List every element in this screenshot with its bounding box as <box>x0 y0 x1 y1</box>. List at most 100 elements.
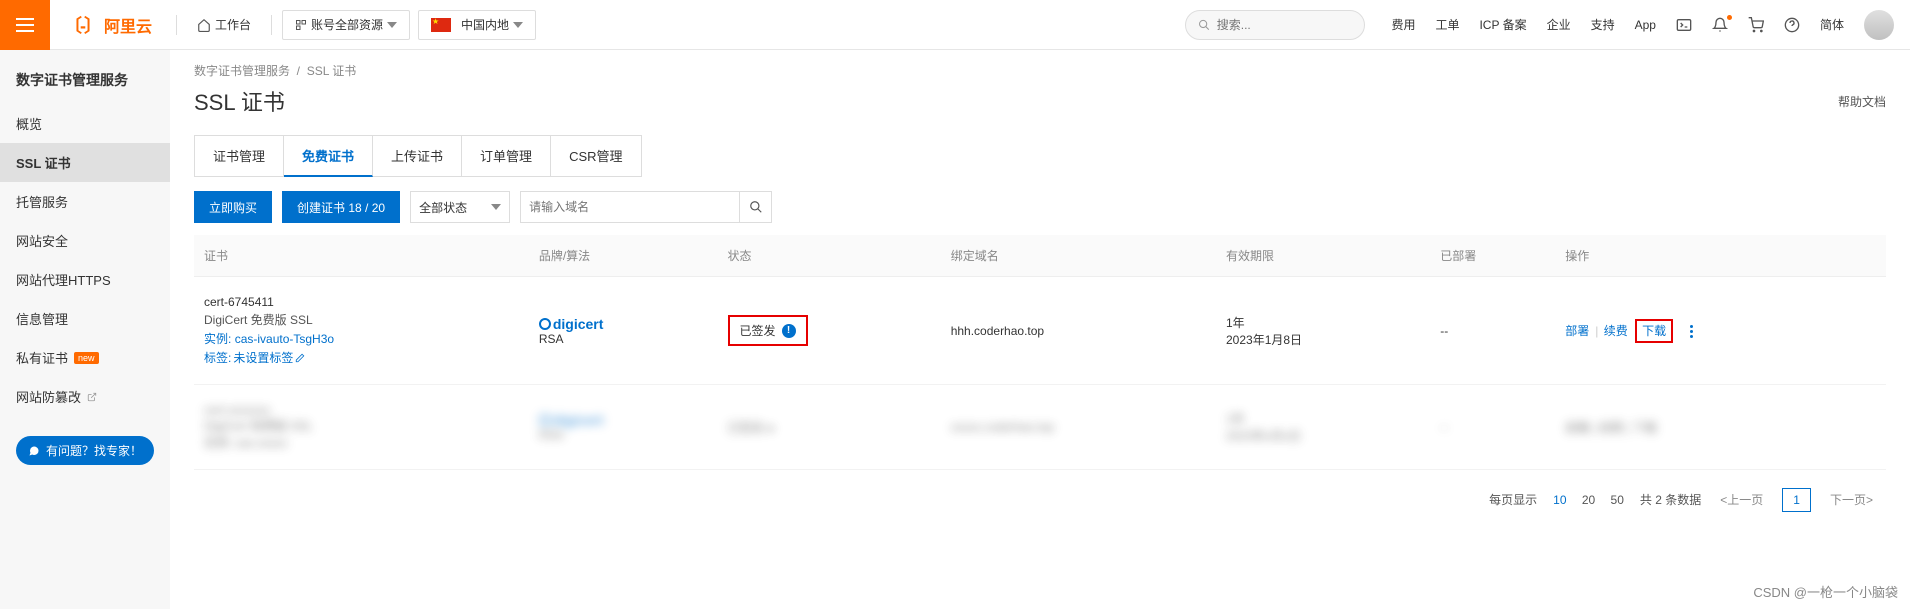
sidebar-item-tamper[interactable]: 网站防篡改 <box>0 377 170 416</box>
pagination: 每页显示 10 20 50 共 2 条数据 <上一页 1 下一页> <box>194 470 1886 529</box>
sidebar-item-label: 托管服务 <box>16 192 68 211</box>
global-search[interactable] <box>1185 10 1365 40</box>
col-status: 状态 <box>718 235 941 277</box>
sidebar-item-private-cert[interactable]: 私有证书 new <box>0 338 170 377</box>
top-bar: 〔-〕 阿里云 工作台 账号全部资源 中国内地 费用 工单 ICP 备案 企业 … <box>0 0 1910 50</box>
cert-tags-link[interactable]: 标签: 未设置标签 <box>204 349 519 366</box>
op-renew-link[interactable]: 续费 <box>1604 324 1628 338</box>
sidebar-item-proxy-https[interactable]: 网站代理HTTPS <box>0 260 170 299</box>
table-row: cert-6745411 DigiCert 免费版 SSL 实例: cas-iv… <box>194 277 1886 385</box>
sidebar-item-ssl[interactable]: SSL 证书 <box>0 143 170 182</box>
resource-icon <box>295 19 307 31</box>
menu-toggle-button[interactable] <box>0 0 50 50</box>
nav-orders[interactable]: 工单 <box>1435 16 1459 33</box>
brand-logo: digicert <box>539 316 708 332</box>
page-size-20[interactable]: 20 <box>1582 493 1595 507</box>
sidebar-item-hosting[interactable]: 托管服务 <box>0 182 170 221</box>
col-ops: 操作 <box>1555 235 1886 277</box>
page-title: SSL 证书 <box>194 85 285 117</box>
next-page-button[interactable]: 下一页> <box>1821 486 1882 513</box>
status-filter-select[interactable]: 全部状态 <box>410 191 510 223</box>
cert-algo: RSA <box>539 332 708 346</box>
workspace-label: 工作台 <box>215 16 251 33</box>
divider <box>176 15 177 35</box>
sidebar-item-label: 网站防篡改 <box>16 387 81 406</box>
account-scope-dropdown[interactable]: 账号全部资源 <box>282 10 410 40</box>
nav-icp[interactable]: ICP 备案 <box>1479 16 1526 33</box>
sidebar-item-info[interactable]: 信息管理 <box>0 299 170 338</box>
prev-page-button[interactable]: <上一页 <box>1711 486 1772 513</box>
more-actions-icon[interactable] <box>1690 325 1693 338</box>
status-badge: 已签发 ! <box>728 315 808 346</box>
status-filter-label: 全部状态 <box>419 199 467 216</box>
nav-enterprise[interactable]: 企业 <box>1547 16 1571 33</box>
page-size-10[interactable]: 10 <box>1553 493 1566 507</box>
workspace-link[interactable]: 工作台 <box>187 10 261 40</box>
global-search-input[interactable] <box>1217 18 1353 32</box>
brand-logo[interactable]: 〔-〕 阿里云 <box>64 12 152 38</box>
domain-search-input[interactable] <box>520 191 740 223</box>
consult-expert-button[interactable]: 有问题？找专家！ <box>16 436 154 465</box>
search-icon <box>1198 18 1210 32</box>
validity-date: 2023年1月8日 <box>1226 331 1420 348</box>
home-icon <box>197 18 211 32</box>
divider <box>271 15 272 35</box>
avatar[interactable] <box>1864 10 1894 40</box>
tab-cert-manage[interactable]: 证书管理 <box>195 136 284 176</box>
info-icon[interactable]: ! <box>782 324 796 338</box>
help-icon[interactable] <box>1784 17 1800 33</box>
cart-icon[interactable] <box>1748 17 1764 33</box>
col-validity: 有效期限 <box>1216 235 1430 277</box>
region-label: 中国内地 <box>461 16 509 33</box>
cloudshell-icon[interactable] <box>1676 17 1692 33</box>
breadcrumb: 数字证书管理服务 / SSL 证书 <box>194 62 1886 79</box>
row-ops: 部署| 续费 下载 <box>1555 277 1886 385</box>
deployed-value: -- <box>1430 277 1555 385</box>
col-brand: 品牌/算法 <box>529 235 718 277</box>
page-size-options: 10 20 50 <box>1547 493 1630 507</box>
cert-instance[interactable]: 实例: cas-ivauto-TsgH3o <box>204 330 519 347</box>
breadcrumb-root[interactable]: 数字证书管理服务 <box>194 64 290 78</box>
tab-free-cert[interactable]: 免费证书 <box>284 136 373 177</box>
region-dropdown[interactable]: 中国内地 <box>418 10 536 40</box>
nav-fees[interactable]: 费用 <box>1391 16 1415 33</box>
hamburger-icon <box>16 18 34 32</box>
tab-order-manage[interactable]: 订单管理 <box>462 136 551 176</box>
col-domain: 绑定域名 <box>941 235 1216 277</box>
cert-domain: hhh.coderhao.top <box>941 277 1216 385</box>
buy-now-button[interactable]: 立即购买 <box>194 191 272 223</box>
sidebar-item-label: 网站安全 <box>16 231 68 250</box>
domain-search-button[interactable] <box>740 191 772 223</box>
chevron-down-icon <box>513 22 523 28</box>
toolbar: 立即购买 创建证书 18 / 20 全部状态 <box>194 191 1886 223</box>
validity-term: 1年 <box>1226 314 1420 331</box>
create-cert-button[interactable]: 创建证书 18 / 20 <box>282 191 400 223</box>
domain-search <box>520 191 772 223</box>
page-number[interactable]: 1 <box>1782 488 1811 512</box>
col-deployed: 已部署 <box>1430 235 1555 277</box>
sidebar-item-overview[interactable]: 概览 <box>0 104 170 143</box>
main-content: 数字证书管理服务 / SSL 证书 SSL 证书 帮助文档 证书管理 免费证书 … <box>170 50 1910 609</box>
notification-icon[interactable] <box>1712 17 1728 33</box>
help-docs-link[interactable]: 帮助文档 <box>1838 93 1886 110</box>
sidebar-item-label: 信息管理 <box>16 309 68 328</box>
op-deploy-link[interactable]: 部署 <box>1565 324 1589 338</box>
edit-icon <box>295 353 305 363</box>
nav-support[interactable]: 支持 <box>1591 16 1615 33</box>
sidebar: 数字证书管理服务 概览 SSL 证书 托管服务 网站安全 网站代理HTTPS 信… <box>0 50 170 609</box>
sidebar-item-site-security[interactable]: 网站安全 <box>0 221 170 260</box>
china-flag-icon <box>431 18 451 32</box>
table-row: cert-xxxxxxxDigiCert 免费版 SSL实例: cas-xxxx… <box>194 385 1886 470</box>
nav-app[interactable]: App <box>1635 18 1656 32</box>
sidebar-item-label: 网站代理HTTPS <box>16 270 111 289</box>
tab-csr-manage[interactable]: CSR管理 <box>551 136 640 176</box>
cert-table: 证书 品牌/算法 状态 绑定域名 有效期限 已部署 操作 cert-674541… <box>194 235 1886 470</box>
cert-name: cert-6745411 <box>204 295 519 309</box>
tab-upload-cert[interactable]: 上传证书 <box>373 136 462 176</box>
lang-switch[interactable]: 简体 <box>1820 16 1844 33</box>
total-count: 共 2 条数据 <box>1640 491 1701 508</box>
external-link-icon <box>87 392 97 402</box>
page-size-50[interactable]: 50 <box>1611 493 1624 507</box>
per-page-label: 每页显示 <box>1489 491 1537 508</box>
op-download-link[interactable]: 下载 <box>1635 319 1673 343</box>
